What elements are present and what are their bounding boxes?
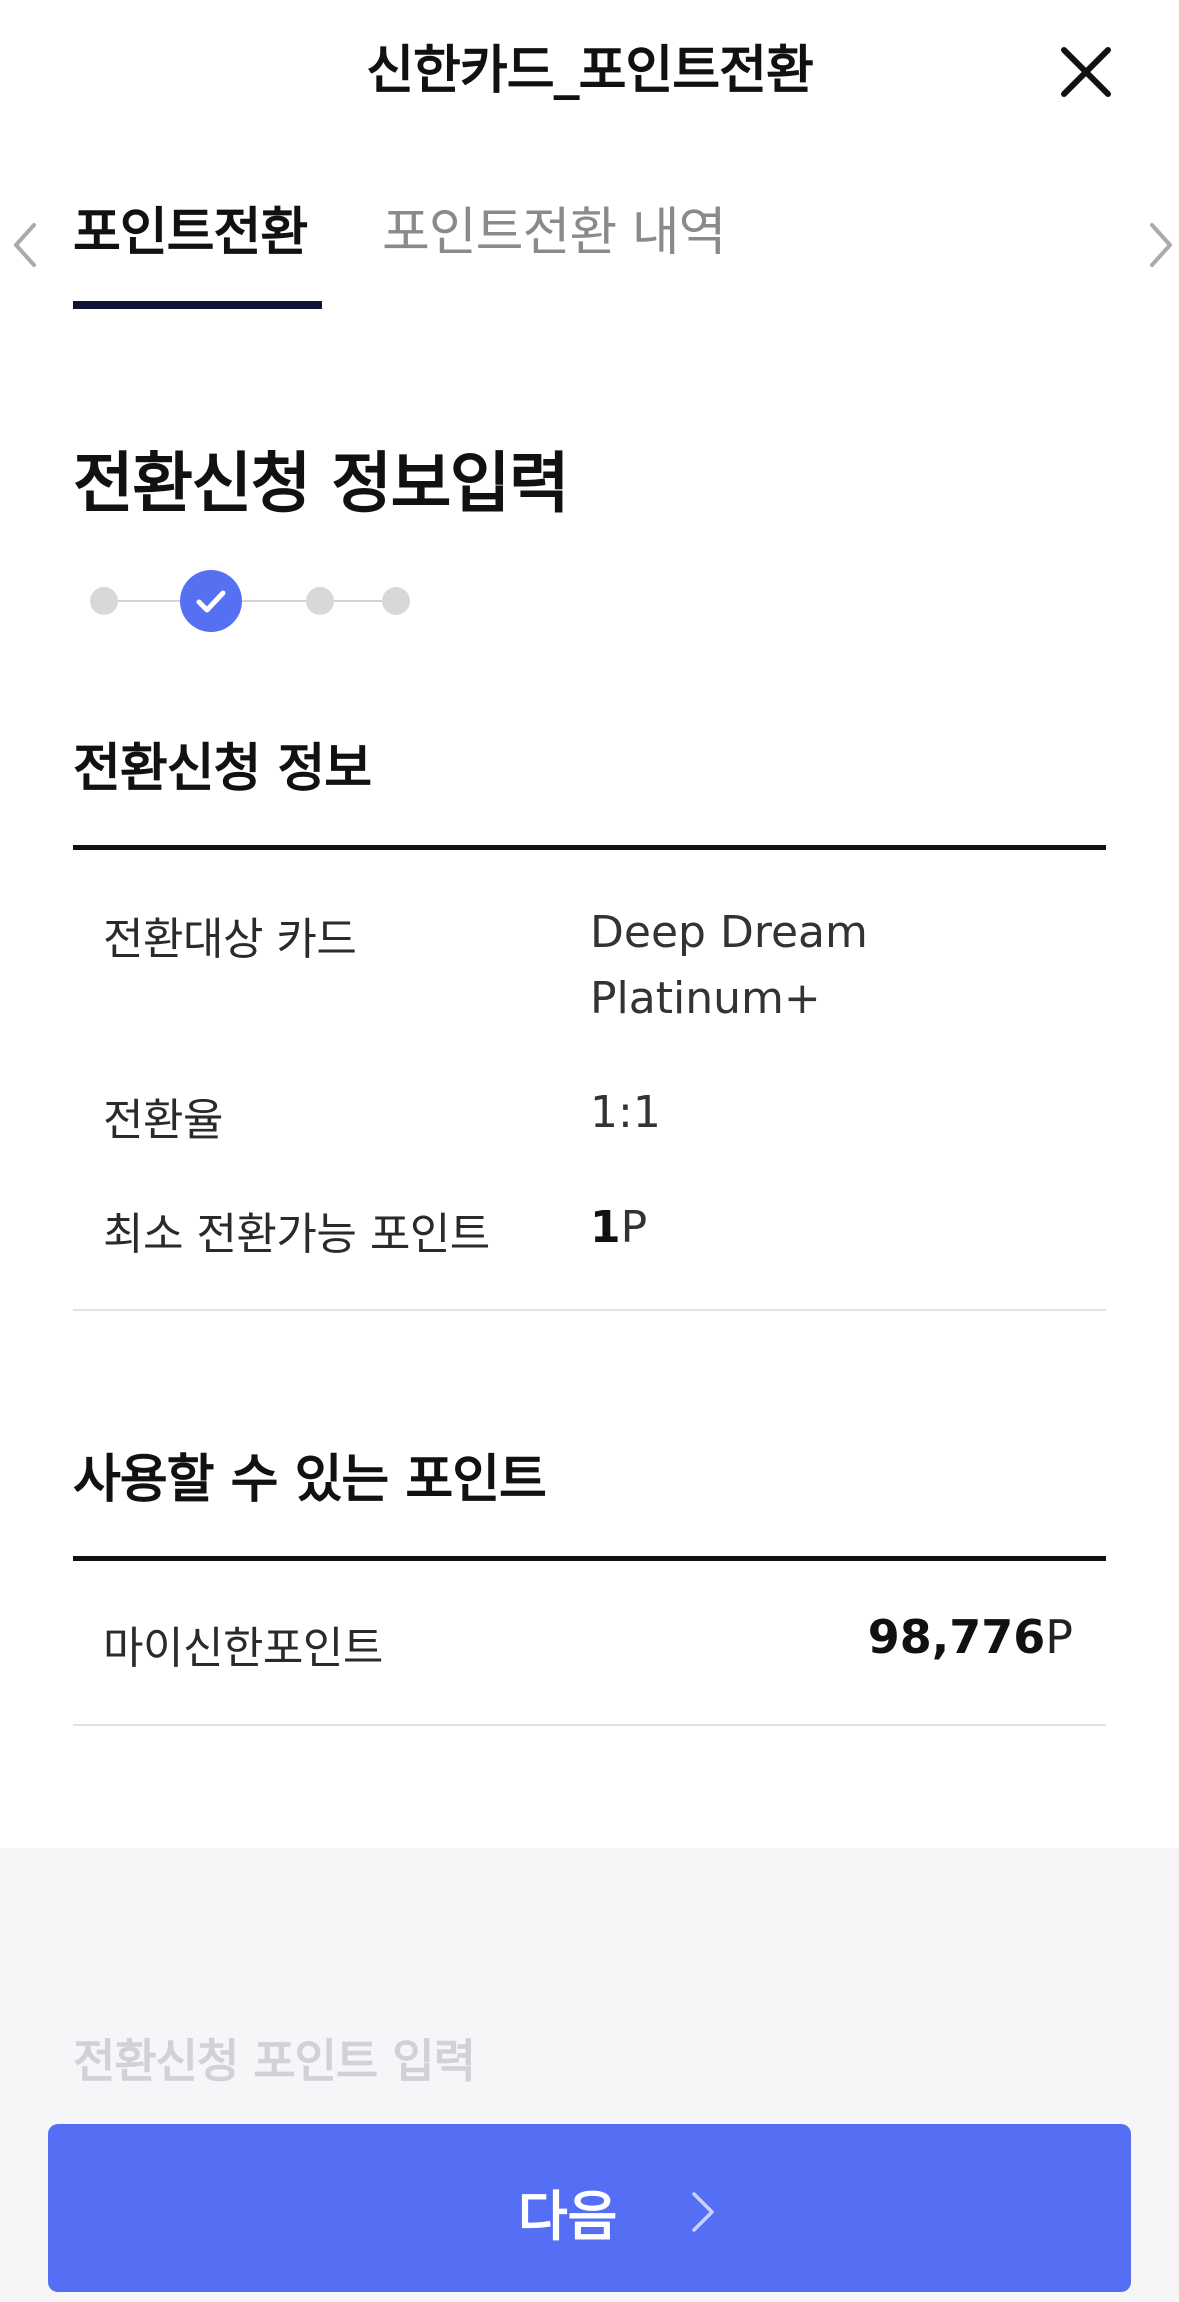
section-divider (73, 1556, 1106, 1561)
chevron-left-icon (14, 223, 36, 267)
step-connector (118, 600, 180, 602)
section-bottom-divider (73, 1724, 1106, 1726)
available-points-title: 사용할 수 있는 포인트 (73, 1450, 547, 1510)
target-card-label: 전환대상 카드 (103, 914, 357, 965)
step-indicator (90, 570, 460, 632)
section-divider (73, 845, 1106, 850)
page-header-title: 신한카드_포인트전환 (366, 41, 814, 101)
conversion-rate-label: 전환율 (103, 1095, 223, 1146)
step-connector (242, 600, 306, 602)
step-1-dot (90, 587, 118, 615)
tab-point-conversion[interactable]: 포인트전환 (73, 190, 308, 265)
conversion-info-title: 전환신청 정보 (73, 739, 372, 799)
active-tab-indicator (73, 301, 322, 309)
step-connector (334, 600, 382, 602)
my-shinhan-points-value: 98,776P (868, 1610, 1073, 1664)
close-icon (1061, 47, 1111, 97)
checkmark-icon (196, 590, 226, 613)
tab-point-conversion-history[interactable]: 포인트전환 내역 (382, 190, 726, 265)
my-shinhan-points-number: 98,776 (867, 1610, 1046, 1664)
min-points-label: 최소 전환가능 포인트 (103, 1209, 490, 1260)
step-2-current (180, 570, 242, 632)
point-input-title: 전환신청 포인트 입력 (73, 2034, 476, 2088)
tab-scroll-right-button[interactable] (1140, 215, 1179, 275)
tab-scroll-left-button[interactable] (6, 215, 46, 275)
page-title: 전환신청 정보입력 (73, 445, 570, 522)
my-shinhan-points-unit: P (1045, 1610, 1073, 1664)
chevron-right-icon (692, 2192, 714, 2232)
min-points-value: 1P (590, 1195, 647, 1261)
min-points-number: 1 (590, 1202, 621, 1253)
conversion-rate-value: 1:1 (590, 1087, 661, 1138)
next-button[interactable]: 다음 (48, 2124, 1131, 2292)
tab-bar: 포인트전환 포인트전환 내역 (0, 175, 1179, 310)
header: 신한카드_포인트전환 (0, 0, 1179, 130)
step-4-dot (382, 587, 410, 615)
close-button[interactable] (1050, 36, 1122, 108)
step-3-dot (306, 587, 334, 615)
chevron-right-icon (1150, 223, 1172, 267)
target-card-value: Deep Dream Platinum+ (590, 900, 868, 1032)
section-bottom-divider (73, 1309, 1106, 1311)
my-shinhan-points-label: 마이신한포인트 (103, 1623, 383, 1674)
target-card-name-line2: Platinum+ (590, 973, 821, 1024)
next-button-label: 다음 (518, 2185, 618, 2248)
min-points-unit: P (620, 1202, 648, 1253)
target-card-name-line1: Deep Dream (590, 907, 868, 958)
